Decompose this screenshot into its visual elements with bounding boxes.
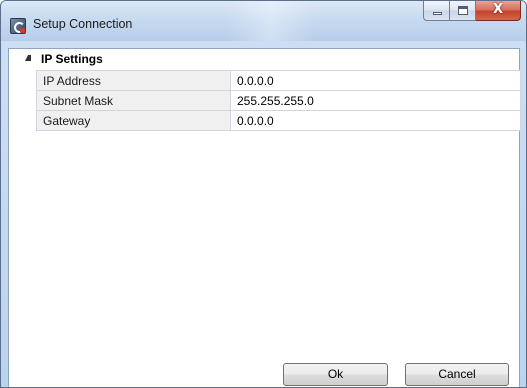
minimize-icon [433,12,442,15]
title-bar-glass [226,1,316,41]
property-label: Gateway [36,110,231,131]
minimize-button[interactable] [423,1,450,21]
maximize-icon [458,6,468,15]
setup-connection-window: Setup Connection X IP Settings IP Addres… [0,0,527,388]
group-title: IP Settings [41,52,103,66]
app-icon[interactable] [10,18,26,34]
subnet-mask-field[interactable]: 255.255.255.0 [230,90,521,111]
ip-address-field[interactable]: 0.0.0.0 [230,70,521,91]
property-panel: IP Settings IP Address 0.0.0.0 Subnet Ma… [8,48,521,387]
collapse-triangle-icon[interactable] [25,55,31,61]
gateway-field[interactable]: 0.0.0.0 [230,110,521,131]
title-bar[interactable]: Setup Connection X [1,1,526,41]
property-label: Subnet Mask [36,90,231,111]
property-grid: IP Address 0.0.0.0 Subnet Mask 255.255.2… [36,70,521,131]
cancel-button[interactable]: Cancel [405,363,509,386]
maximize-button[interactable] [450,1,476,21]
close-icon: X [492,2,504,17]
window-title: Setup Connection [33,17,133,31]
property-label: IP Address [36,70,231,91]
group-header-ip-settings[interactable]: IP Settings [9,49,519,68]
property-row[interactable]: Gateway 0.0.0.0 [36,110,521,131]
property-row[interactable]: IP Address 0.0.0.0 [36,70,521,91]
property-row[interactable]: Subnet Mask 255.255.255.0 [36,90,521,111]
close-button[interactable]: X [476,1,521,21]
ok-button[interactable]: Ok [283,363,388,386]
caption-buttons: X [423,1,521,21]
